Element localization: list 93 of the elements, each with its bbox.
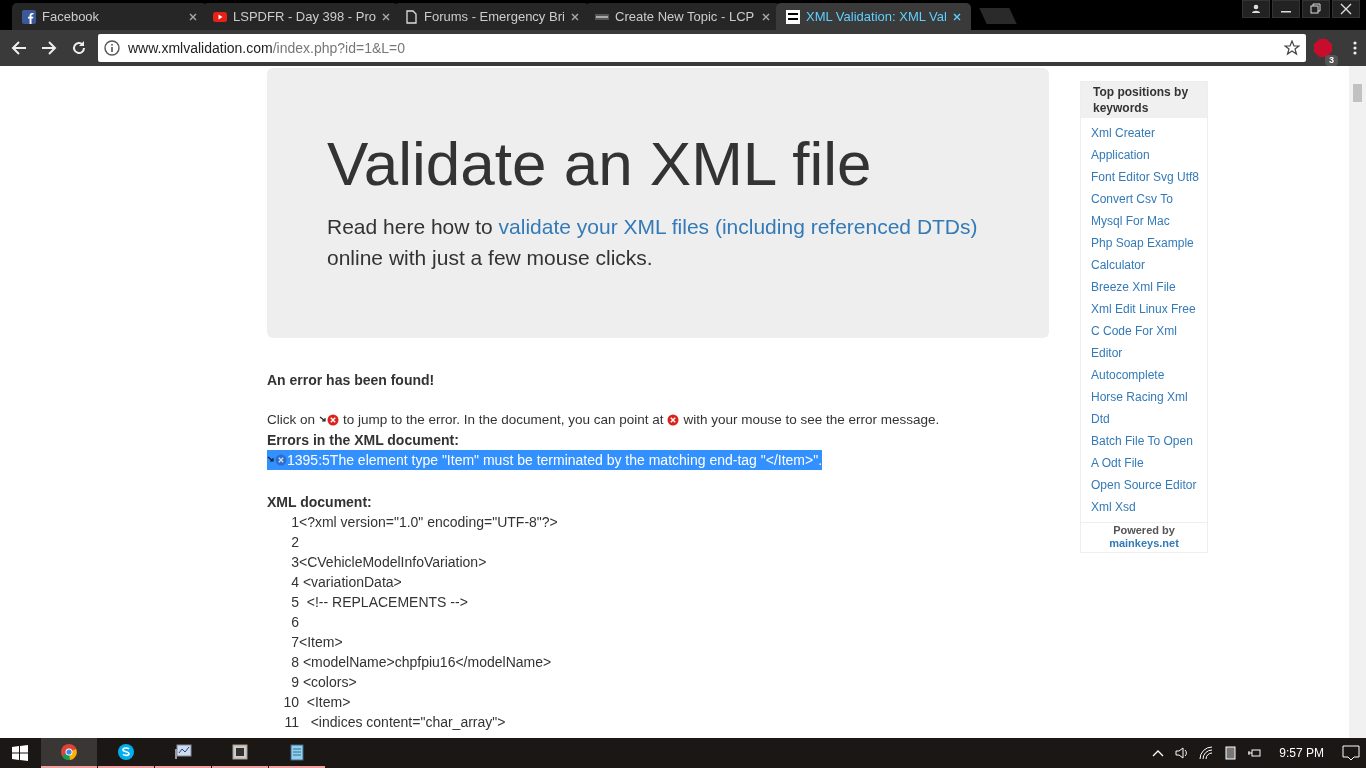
keyword-link[interactable]: Xml Xsd: [1091, 496, 1197, 518]
keyword-link[interactable]: Breeze Xml File: [1091, 276, 1197, 298]
keyword-link[interactable]: Horse Racing Xml: [1091, 386, 1197, 408]
info-icon: [104, 40, 120, 56]
skype-icon: [117, 743, 135, 761]
menu-icon[interactable]: [1352, 40, 1358, 56]
close-icon[interactable]: [382, 12, 391, 21]
close-icon[interactable]: [189, 12, 197, 21]
error-heading: An error has been found!: [267, 371, 436, 390]
code-line: <indices content="char_array">: [309, 713, 506, 732]
code-line: <Item>: [305, 693, 351, 712]
site-logo-icon: [595, 13, 609, 20]
wifi-icon[interactable]: [1199, 746, 1214, 760]
line-number: 10: [282, 693, 299, 712]
keyword-link[interactable]: Open Source Editor: [1091, 474, 1197, 496]
windows-start-icon[interactable]: [12, 745, 28, 761]
line-number: 8: [290, 653, 299, 672]
keyword-link[interactable]: A Odt File: [1091, 452, 1197, 474]
keyword-link[interactable]: Xml Creater: [1091, 122, 1197, 144]
keyword-link[interactable]: Batch File To Open: [1091, 430, 1197, 452]
line-number: 1: [290, 513, 299, 532]
url-text: www.xmlvalidation.com/index.php?id=1&L=0: [128, 38, 406, 58]
back-icon[interactable]: [10, 39, 28, 57]
keyword-link[interactable]: Dtd: [1091, 408, 1197, 430]
jump-to-error-icon[interactable]: [267, 454, 287, 466]
code-line: <modelName>chpfpiu16</modelName>: [301, 653, 552, 672]
taskbar-app[interactable]: [41, 738, 97, 768]
keyword-link[interactable]: Application: [1091, 144, 1197, 166]
keyword-link[interactable]: Calculator: [1091, 254, 1197, 276]
chrome-icon: [60, 743, 78, 761]
instruction-text: with your mouse to see the error message.: [683, 411, 940, 429]
powered-by-link[interactable]: mainkeys.net: [1109, 537, 1179, 549]
line-number: 3: [290, 553, 299, 572]
clock-time[interactable]: 9:57 PM: [1271, 744, 1332, 762]
error-message: The element type "Item" must be terminated by the matching end-tag "</Item>".: [329, 451, 823, 470]
instruction-text: Click on: [267, 411, 315, 429]
user-icon[interactable]: [1250, 3, 1262, 15]
tablet-icon[interactable]: [1223, 746, 1238, 760]
line-number: 2: [290, 533, 299, 552]
error-icon: [667, 414, 680, 426]
hero-lead-text: Read here how to validate your XML files (including referenced DTDs) online with just a few mouse clicks.: [327, 214, 979, 271]
line-number: 7: [290, 633, 299, 652]
video-play-icon: [213, 9, 227, 24]
line-number: 11: [283, 713, 299, 732]
document-heading: XML document:: [267, 493, 373, 512]
code-line: <Item>: [299, 633, 343, 652]
monitor-chart-icon: [174, 743, 192, 761]
address-bar[interactable]: www.xmlvalidation.com/index.php?id=1&L=0: [98, 34, 1306, 62]
keyword-link[interactable]: Autocomplete: [1091, 364, 1197, 386]
instruction-text: to jump to the error. In the document, you can point at: [343, 411, 664, 429]
scrollbar[interactable]: [1349, 66, 1366, 738]
keyword-link[interactable]: Mysql For Mac: [1091, 210, 1197, 232]
close-icon[interactable]: [953, 12, 961, 21]
error-position[interactable]: 1395:5: [287, 450, 330, 470]
code-line: <?xml version="1.0" encoding="UTF-8"?>: [299, 513, 558, 532]
restore-icon[interactable]: [1310, 3, 1322, 15]
browser-tab[interactable]: XML Validation: XML Val: [776, 3, 971, 30]
code-line: <variationData>: [301, 573, 402, 592]
close-icon[interactable]: [762, 12, 770, 21]
extension-badge: 3: [1325, 55, 1338, 66]
notification-icon[interactable]: [1342, 745, 1360, 761]
line-number: 5: [290, 593, 299, 612]
line-number: 6: [290, 613, 299, 632]
code-line: <colors>: [301, 673, 357, 692]
keyword-link[interactable]: Xml Edit Linux Free: [1091, 298, 1197, 320]
facebook-logo-icon: [22, 9, 36, 24]
app-icon: [231, 743, 249, 761]
close-icon[interactable]: [571, 12, 579, 21]
reload-icon[interactable]: [70, 39, 88, 57]
jump-to-error-icon[interactable]: [319, 414, 339, 426]
forward-icon[interactable]: [40, 39, 58, 57]
code-line: <!-- REPLACEMENTS -->: [305, 593, 468, 612]
page-title: Validate an XML file: [327, 130, 873, 199]
keyword-link[interactable]: Php Soap Example: [1091, 232, 1197, 254]
keyword-link[interactable]: C Code For Xml: [1091, 320, 1197, 342]
line-number: 4: [290, 573, 299, 592]
star-icon[interactable]: [1284, 40, 1300, 56]
powered-by-text: Powered by: [1112, 524, 1176, 537]
panel-title: Top positions by keywords: [1081, 82, 1207, 118]
error-entry[interactable]: 1395:5The element type "Item" must be terminated by the matching end-tag "</Item>".: [267, 450, 823, 470]
line-number: 9: [290, 673, 299, 692]
xml-logo-icon: [786, 9, 800, 24]
validation-guide-link[interactable]: validate your XML files (including referenced DTDs): [498, 215, 978, 239]
scroll-thumb[interactable]: [1353, 84, 1362, 102]
speaker-icon[interactable]: [1175, 746, 1190, 760]
keyword-link[interactable]: Convert Csv To: [1091, 188, 1197, 210]
battery-icon[interactable]: [1247, 746, 1262, 760]
code-line: <CVehicleModelInfoVariation>: [299, 553, 487, 572]
keyword-link[interactable]: Font Editor Svg Utf8: [1091, 166, 1197, 188]
page-icon: [404, 9, 418, 24]
errors-heading: Errors in the XML document:: [267, 431, 460, 450]
notepad-icon: [288, 743, 306, 761]
keyword-link[interactable]: Editor: [1091, 342, 1197, 364]
